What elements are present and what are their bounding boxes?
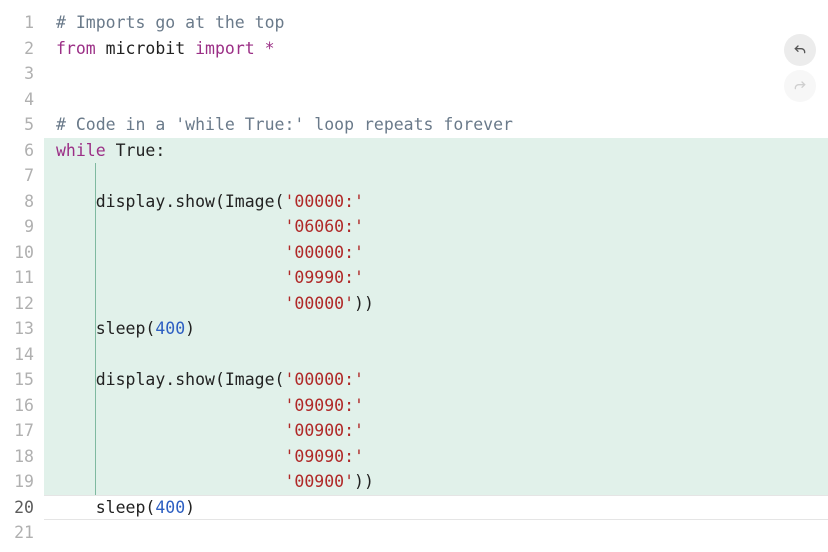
code-line[interactable]: '00000:' [44,240,828,266]
line-number: 14 [0,342,44,368]
comment-token: # Code in a 'while True:' loop repeats f… [56,115,513,134]
punct-token: : [155,141,165,160]
punct-token: ) [185,498,195,517]
code-line[interactable]: '09090:' [44,393,828,419]
line-number: 13 [0,316,44,342]
code-line[interactable]: sleep(400) [44,316,828,342]
code-line[interactable] [44,61,828,87]
code-line[interactable] [44,87,828,113]
line-number: 16 [0,393,44,419]
line-number: 9 [0,214,44,240]
code-line[interactable]: display.show(Image('00000:' [44,189,828,215]
code-editor[interactable]: 1 2 3 4 5 6 7 8 9 10 11 12 13 14 15 16 1… [0,0,828,552]
line-number: 17 [0,418,44,444]
code-line[interactable]: '00900:' [44,418,828,444]
line-number: 4 [0,87,44,113]
string-token: '00000:' [284,370,363,389]
line-number: 6 [0,138,44,164]
code-area[interactable]: # Imports go at the top from microbit im… [44,0,828,552]
identifier-token: sleep( [56,498,155,517]
string-token: '00000' [284,294,354,313]
line-number: 15 [0,367,44,393]
line-number: 2 [0,36,44,62]
line-number: 1 [0,10,44,36]
code-line[interactable]: # Code in a 'while True:' loop repeats f… [44,112,828,138]
redo-button[interactable] [784,70,816,102]
line-number: 12 [0,291,44,317]
code-line[interactable]: '06060:' [44,214,828,240]
keyword-token: import [195,39,255,58]
string-token: '09090:' [284,396,363,415]
keyword-token: while [56,141,106,160]
line-number: 3 [0,61,44,87]
punct-token: )) [354,294,374,313]
number-token: 400 [155,498,185,517]
keyword-token: from [56,39,96,58]
code-line[interactable] [44,163,828,189]
line-number: 11 [0,265,44,291]
redo-icon [792,78,808,94]
line-number: 5 [0,112,44,138]
identifier-token: display.show(Image( [56,192,284,211]
identifier-token: microbit [96,39,195,58]
code-line[interactable]: '09090:' [44,444,828,470]
operator-token: * [255,39,275,58]
line-number: 19 [0,469,44,495]
line-number: 21 [0,520,44,546]
undo-icon [792,42,808,58]
number-token: 400 [155,319,185,338]
string-token: '00900' [284,472,354,491]
code-line[interactable]: sleep(400) [44,495,828,521]
editor-toolbar [784,34,816,102]
code-line[interactable]: display.show(Image('00000:' [44,367,828,393]
identifier-token: True [106,141,156,160]
comment-token: # Imports go at the top [56,13,284,32]
code-line[interactable] [44,520,828,546]
line-number: 8 [0,189,44,215]
string-token: '09990:' [284,268,363,287]
line-number: 20 [0,495,44,521]
code-line[interactable]: from microbit import * [44,36,828,62]
line-number: 18 [0,444,44,470]
code-line[interactable]: '00000')) [44,291,828,317]
code-line[interactable] [44,342,828,368]
line-number-gutter: 1 2 3 4 5 6 7 8 9 10 11 12 13 14 15 16 1… [0,0,44,552]
code-line[interactable]: # Imports go at the top [44,10,828,36]
code-line[interactable]: '09990:' [44,265,828,291]
line-number: 10 [0,240,44,266]
string-token: '06060:' [284,217,363,236]
identifier-token: sleep( [56,319,155,338]
identifier-token: display.show(Image( [56,370,284,389]
string-token: '09090:' [284,447,363,466]
line-number: 7 [0,163,44,189]
string-token: '00000:' [284,243,363,262]
punct-token: ) [185,319,195,338]
code-line[interactable]: while True: [44,138,828,164]
undo-button[interactable] [784,34,816,66]
code-line[interactable]: '00900')) [44,469,828,495]
string-token: '00900:' [284,421,363,440]
string-token: '00000:' [284,192,363,211]
punct-token: )) [354,472,374,491]
